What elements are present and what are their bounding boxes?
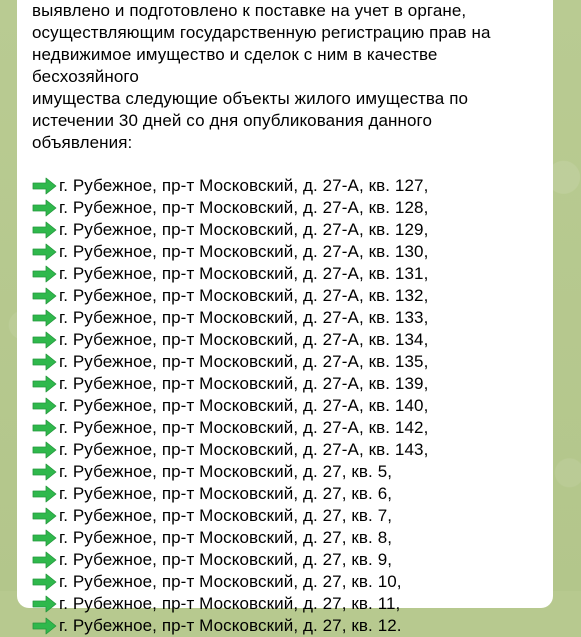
address-text: г. Рубежное, пр-т Московский, д. 27-А, к…: [59, 418, 429, 437]
address-text: г. Рубежное, пр-т Московский, д. 27-А, к…: [59, 176, 429, 195]
green-arrow-icon: [32, 551, 57, 569]
green-arrow-icon: [32, 177, 57, 195]
address-text: г. Рубежное, пр-т Московский, д. 27-А, к…: [59, 242, 429, 261]
address-item: г. Рубежное, пр-т Московский, д. 27-А, к…: [32, 439, 537, 461]
green-arrow-icon: [32, 529, 57, 547]
green-arrow-icon: [32, 331, 57, 349]
address-list: г. Рубежное, пр-т Московский, д. 27-А, к…: [32, 175, 537, 637]
address-item: г. Рубежное, пр-т Московский, д. 27-А, к…: [32, 373, 537, 395]
green-arrow-icon: [32, 573, 57, 591]
address-text: г. Рубежное, пр-т Московский, д. 27, кв.…: [59, 550, 393, 569]
address-item: г. Рубежное, пр-т Московский, д. 27-А, к…: [32, 263, 537, 285]
address-text: г. Рубежное, пр-т Московский, д. 27, кв.…: [59, 594, 401, 613]
address-text: г. Рубежное, пр-т Московский, д. 27-А, к…: [59, 396, 429, 415]
address-item: г. Рубежное, пр-т Московский, д. 27-А, к…: [32, 285, 537, 307]
address-item: г. Рубежное, пр-т Московский, д. 27-А, к…: [32, 417, 537, 439]
address-text: г. Рубежное, пр-т Московский, д. 27, кв.…: [59, 572, 402, 591]
green-arrow-icon: [32, 419, 57, 437]
address-item: г. Рубежное, пр-т Московский, д. 27, кв.…: [32, 483, 537, 505]
address-text: г. Рубежное, пр-т Московский, д. 27, кв.…: [59, 462, 393, 481]
green-arrow-icon: [32, 595, 57, 613]
address-item: г. Рубежное, пр-т Московский, д. 27, кв.…: [32, 505, 537, 527]
address-text: г. Рубежное, пр-т Московский, д. 27, кв.…: [59, 484, 393, 503]
message-intro-text: выявлено и подготовлено к поставке на уч…: [32, 1, 491, 152]
green-arrow-icon: [32, 221, 57, 239]
address-item: г. Рубежное, пр-т Московский, д. 27, кв.…: [32, 593, 537, 615]
address-text: г. Рубежное, пр-т Московский, д. 27-А, к…: [59, 286, 429, 305]
green-arrow-icon: [32, 265, 57, 283]
address-text: г. Рубежное, пр-т Московский, д. 27-А, к…: [59, 352, 429, 371]
address-item: г. Рубежное, пр-т Московский, д. 27-А, к…: [32, 197, 537, 219]
address-text: г. Рубежное, пр-т Московский, д. 27-А, к…: [59, 220, 429, 239]
address-item: г. Рубежное, пр-т Московский, д. 27-А, к…: [32, 351, 537, 373]
address-item: г. Рубежное, пр-т Московский, д. 27-А, к…: [32, 329, 537, 351]
green-arrow-icon: [32, 353, 57, 371]
address-text: г. Рубежное, пр-т Московский, д. 27-А, к…: [59, 198, 429, 217]
address-text: г. Рубежное, пр-т Московский, д. 27-А, к…: [59, 330, 429, 349]
address-text: г. Рубежное, пр-т Московский, д. 27, кв.…: [59, 506, 393, 525]
address-text: г. Рубежное, пр-т Московский, д. 27-А, к…: [59, 264, 429, 283]
address-item: г. Рубежное, пр-т Московский, д. 27-А, к…: [32, 219, 537, 241]
address-item: г. Рубежное, пр-т Московский, д. 27-А, к…: [32, 241, 537, 263]
address-item: г. Рубежное, пр-т Московский, д. 27, кв.…: [32, 571, 537, 593]
green-arrow-icon: [32, 199, 57, 217]
green-arrow-icon: [32, 463, 57, 481]
address-text: г. Рубежное, пр-т Московский, д. 27-А, к…: [59, 374, 429, 393]
address-item: г. Рубежное, пр-т Московский, д. 27-А, к…: [32, 395, 537, 417]
address-text: г. Рубежное, пр-т Московский, д. 27, кв.…: [59, 616, 402, 635]
address-text: г. Рубежное, пр-т Московский, д. 27-А, к…: [59, 440, 429, 459]
green-arrow-icon: [32, 397, 57, 415]
address-item: г. Рубежное, пр-т Московский, д. 27, кв.…: [32, 527, 537, 549]
address-text: г. Рубежное, пр-т Московский, д. 27, кв.…: [59, 528, 393, 547]
green-arrow-icon: [32, 243, 57, 261]
message-bubble[interactable]: выявлено и подготовлено к поставке на уч…: [17, 0, 553, 635]
green-arrow-icon: [32, 507, 57, 525]
green-arrow-icon: [32, 375, 57, 393]
green-arrow-icon: [32, 617, 57, 635]
address-item: г. Рубежное, пр-т Московский, д. 27, кв.…: [32, 461, 537, 483]
green-arrow-icon: [32, 309, 57, 327]
green-arrow-icon: [32, 287, 57, 305]
address-item: г. Рубежное, пр-т Московский, д. 27-А, к…: [32, 175, 537, 197]
address-item: г. Рубежное, пр-т Московский, д. 27, кв.…: [32, 549, 537, 571]
address-item: г. Рубежное, пр-т Московский, д. 27, кв.…: [32, 615, 537, 637]
address-text: г. Рубежное, пр-т Московский, д. 27-А, к…: [59, 308, 429, 327]
green-arrow-icon: [32, 441, 57, 459]
address-item: г. Рубежное, пр-т Московский, д. 27-А, к…: [32, 307, 537, 329]
green-arrow-icon: [32, 485, 57, 503]
